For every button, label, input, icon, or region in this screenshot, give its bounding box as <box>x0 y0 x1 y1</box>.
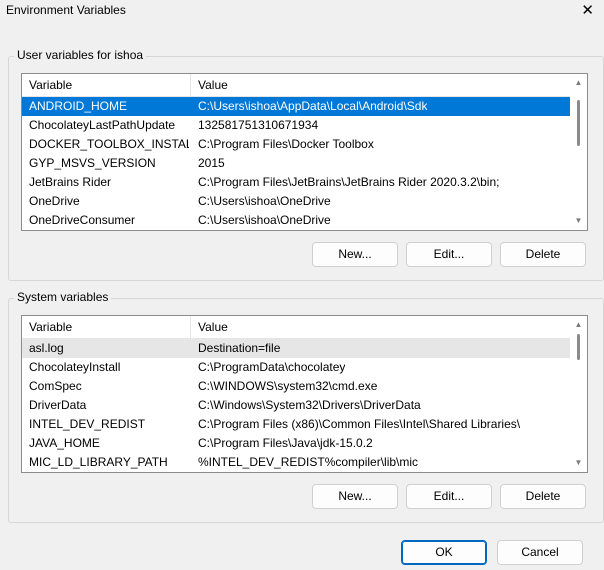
variable-name-cell: INTEL_DEV_REDIST <box>29 417 146 431</box>
variable-name-cell: ChocolateyInstall <box>29 360 121 374</box>
cancel-button[interactable]: Cancel <box>497 540 583 565</box>
variable-value-cell: C:\Program Files\JetBrains\JetBrains Rid… <box>198 175 500 189</box>
table-row[interactable]: ChocolateyLastPathUpdate 1325817513106719… <box>22 116 570 135</box>
variable-value-cell: C:\Users\ishoa\OneDrive <box>198 194 331 208</box>
variable-value-cell: C:\Program Files\Docker Toolbox <box>198 137 374 151</box>
variable-value-cell: C:\Users\ishoa\OneDrive <box>198 213 331 227</box>
column-header-variable[interactable]: Variable <box>22 316 191 338</box>
scroll-thumb[interactable] <box>577 334 580 360</box>
vertical-scrollbar[interactable]: ▲ ▼ <box>570 316 587 472</box>
scroll-thumb[interactable] <box>577 100 580 146</box>
window-title: Environment Variables <box>6 3 126 17</box>
variable-name-cell: JetBrains Rider <box>29 175 112 189</box>
vertical-scrollbar[interactable]: ▲ ▼ <box>570 74 587 230</box>
variable-name-cell: DriverData <box>29 398 87 412</box>
user-delete-button[interactable]: Delete <box>500 242 586 267</box>
variable-value-cell: C:\Program Files\Java\jdk-15.0.2 <box>198 436 373 450</box>
system-delete-button[interactable]: Delete <box>500 484 586 509</box>
variable-value-cell: C:\Program Files (x86)\Common Files\Inte… <box>198 417 521 431</box>
table-row[interactable]: ChocolateyInstall C:\ProgramData\chocolat… <box>22 358 570 377</box>
scroll-up-icon[interactable]: ▲ <box>570 76 587 90</box>
variable-value-cell: Destination=file <box>198 341 281 355</box>
table-row[interactable]: JAVA_HOME C:\Program Files\Java\jdk-15.0.… <box>22 434 570 453</box>
variable-name-cell: OneDriveConsumer <box>29 213 136 227</box>
system-variables-list[interactable]: Variable Value asl.log Destination=file Ch… <box>21 315 588 473</box>
variable-value-cell: C:\Users\ishoa\AppData\Local\Android\Sdk <box>198 99 428 113</box>
user-new-button[interactable]: New... <box>312 242 398 267</box>
ok-button[interactable]: OK <box>401 540 487 565</box>
user-variables-rows: ANDROID_HOME C:\Users\ishoa\AppData\Local… <box>22 97 570 230</box>
table-row[interactable]: ANDROID_HOME C:\Users\ishoa\AppData\Local… <box>22 97 570 116</box>
variable-value-cell: C:\Windows\System32\Drivers\DriverData <box>198 398 421 412</box>
table-row[interactable]: JetBrains Rider C:\Program Files\JetBrain… <box>22 173 570 192</box>
scroll-down-icon[interactable]: ▼ <box>570 214 587 228</box>
system-variables-label: System variables <box>14 290 112 304</box>
table-row[interactable]: OneDrive C:\Users\ishoa\OneDrive <box>22 192 570 211</box>
table-row[interactable]: DOCKER_TOOLBOX_INSTALL... C:\Program File… <box>22 135 570 154</box>
variable-name-cell: DOCKER_TOOLBOX_INSTALL... <box>29 137 189 151</box>
table-row[interactable]: INTEL_DEV_REDIST C:\Program Files (x86)\C… <box>22 415 570 434</box>
variable-value-cell: 132581751310671934 <box>198 118 319 132</box>
list-header: Variable Value <box>22 316 587 339</box>
variable-name-cell: JAVA_HOME <box>29 436 100 450</box>
user-edit-button[interactable]: Edit... <box>406 242 492 267</box>
system-variables-rows: asl.log Destination=file ChocolateyInstall… <box>22 339 570 472</box>
close-icon[interactable]: ✕ <box>581 1 594 19</box>
user-variables-label: User variables for ishoa <box>14 48 147 62</box>
variable-name-cell: asl.log <box>29 341 64 355</box>
variable-name-cell: ComSpec <box>29 379 82 393</box>
variable-name-cell: ChocolateyLastPathUpdate <box>29 118 176 132</box>
variable-value-cell: C:\ProgramData\chocolatey <box>198 360 346 374</box>
variable-value-cell: 2015 <box>198 156 225 170</box>
table-row[interactable]: ComSpec C:\WINDOWS\system32\cmd.exe <box>22 377 570 396</box>
table-row[interactable]: OneDriveConsumer C:\Users\ishoa\OneDrive <box>22 211 570 230</box>
table-row[interactable]: GYP_MSVS_VERSION 2015 <box>22 154 570 173</box>
column-header-value[interactable]: Value <box>191 316 571 338</box>
scroll-down-icon[interactable]: ▼ <box>570 456 587 470</box>
list-header: Variable Value <box>22 74 587 97</box>
system-new-button[interactable]: New... <box>312 484 398 509</box>
variable-name-cell: ANDROID_HOME <box>29 99 128 113</box>
system-edit-button[interactable]: Edit... <box>406 484 492 509</box>
column-header-value[interactable]: Value <box>191 74 571 96</box>
table-row[interactable]: DriverData C:\Windows\System32\Drivers\Dr… <box>22 396 570 415</box>
variable-name-cell: GYP_MSVS_VERSION <box>29 156 156 170</box>
user-variables-list[interactable]: Variable Value ANDROID_HOME C:\Users\isho… <box>21 73 588 231</box>
scroll-up-icon[interactable]: ▲ <box>570 318 587 332</box>
variable-value-cell: %INTEL_DEV_REDIST%compiler\lib\mic <box>198 455 419 469</box>
table-row[interactable]: asl.log Destination=file <box>22 339 570 358</box>
variable-name-cell: OneDrive <box>29 194 80 208</box>
variable-value-cell: C:\WINDOWS\system32\cmd.exe <box>198 379 378 393</box>
column-header-variable[interactable]: Variable <box>22 74 191 96</box>
variable-name-cell: MIC_LD_LIBRARY_PATH <box>29 455 168 469</box>
table-row[interactable]: MIC_LD_LIBRARY_PATH %INTEL_DEV_REDIST%com… <box>22 453 570 472</box>
